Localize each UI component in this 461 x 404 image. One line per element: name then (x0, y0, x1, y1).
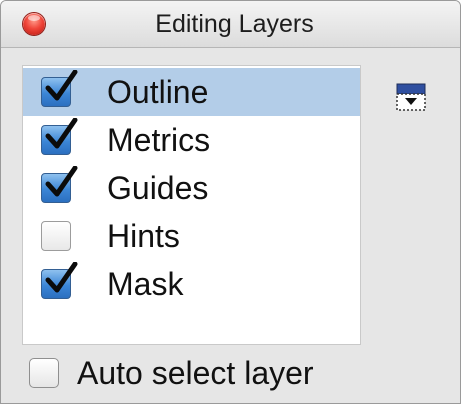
checkmark-icon (45, 70, 78, 101)
layer-checkbox-outline[interactable] (41, 70, 78, 107)
layer-label: Outline (107, 74, 209, 110)
layer-checkbox-mask[interactable] (41, 262, 78, 299)
layer-label: Guides (107, 170, 209, 206)
auto-select-checkbox[interactable] (29, 358, 59, 388)
layer-row-hints[interactable]: Hints (23, 212, 360, 260)
layer-checkbox-hints[interactable] (41, 221, 71, 251)
checkmark-icon (45, 118, 78, 149)
window-title: Editing Layers (155, 10, 314, 38)
checkmark-icon (45, 262, 78, 293)
layer-row-metrics[interactable]: Metrics (23, 116, 360, 164)
layer-checkbox-guides[interactable] (41, 166, 78, 203)
auto-select-label: Auto select layer (77, 355, 314, 391)
layer-label: Metrics (107, 122, 211, 158)
panel-menu-icon[interactable] (394, 81, 428, 115)
layer-label: Mask (107, 266, 184, 302)
checkmark-icon (45, 166, 78, 197)
editing-layers-window: Editing Layers Outline Metrics Guides Hints… (0, 0, 461, 404)
layer-list: Outline Metrics Guides Hints Mask (22, 65, 361, 345)
layer-row-guides[interactable]: Guides (23, 164, 360, 212)
layer-row-mask[interactable]: Mask (23, 260, 360, 308)
layer-label: Hints (107, 218, 180, 254)
layer-checkbox-metrics[interactable] (41, 118, 78, 155)
title-bar[interactable]: Editing Layers (1, 1, 460, 48)
layer-row-outline[interactable]: Outline (23, 68, 360, 116)
